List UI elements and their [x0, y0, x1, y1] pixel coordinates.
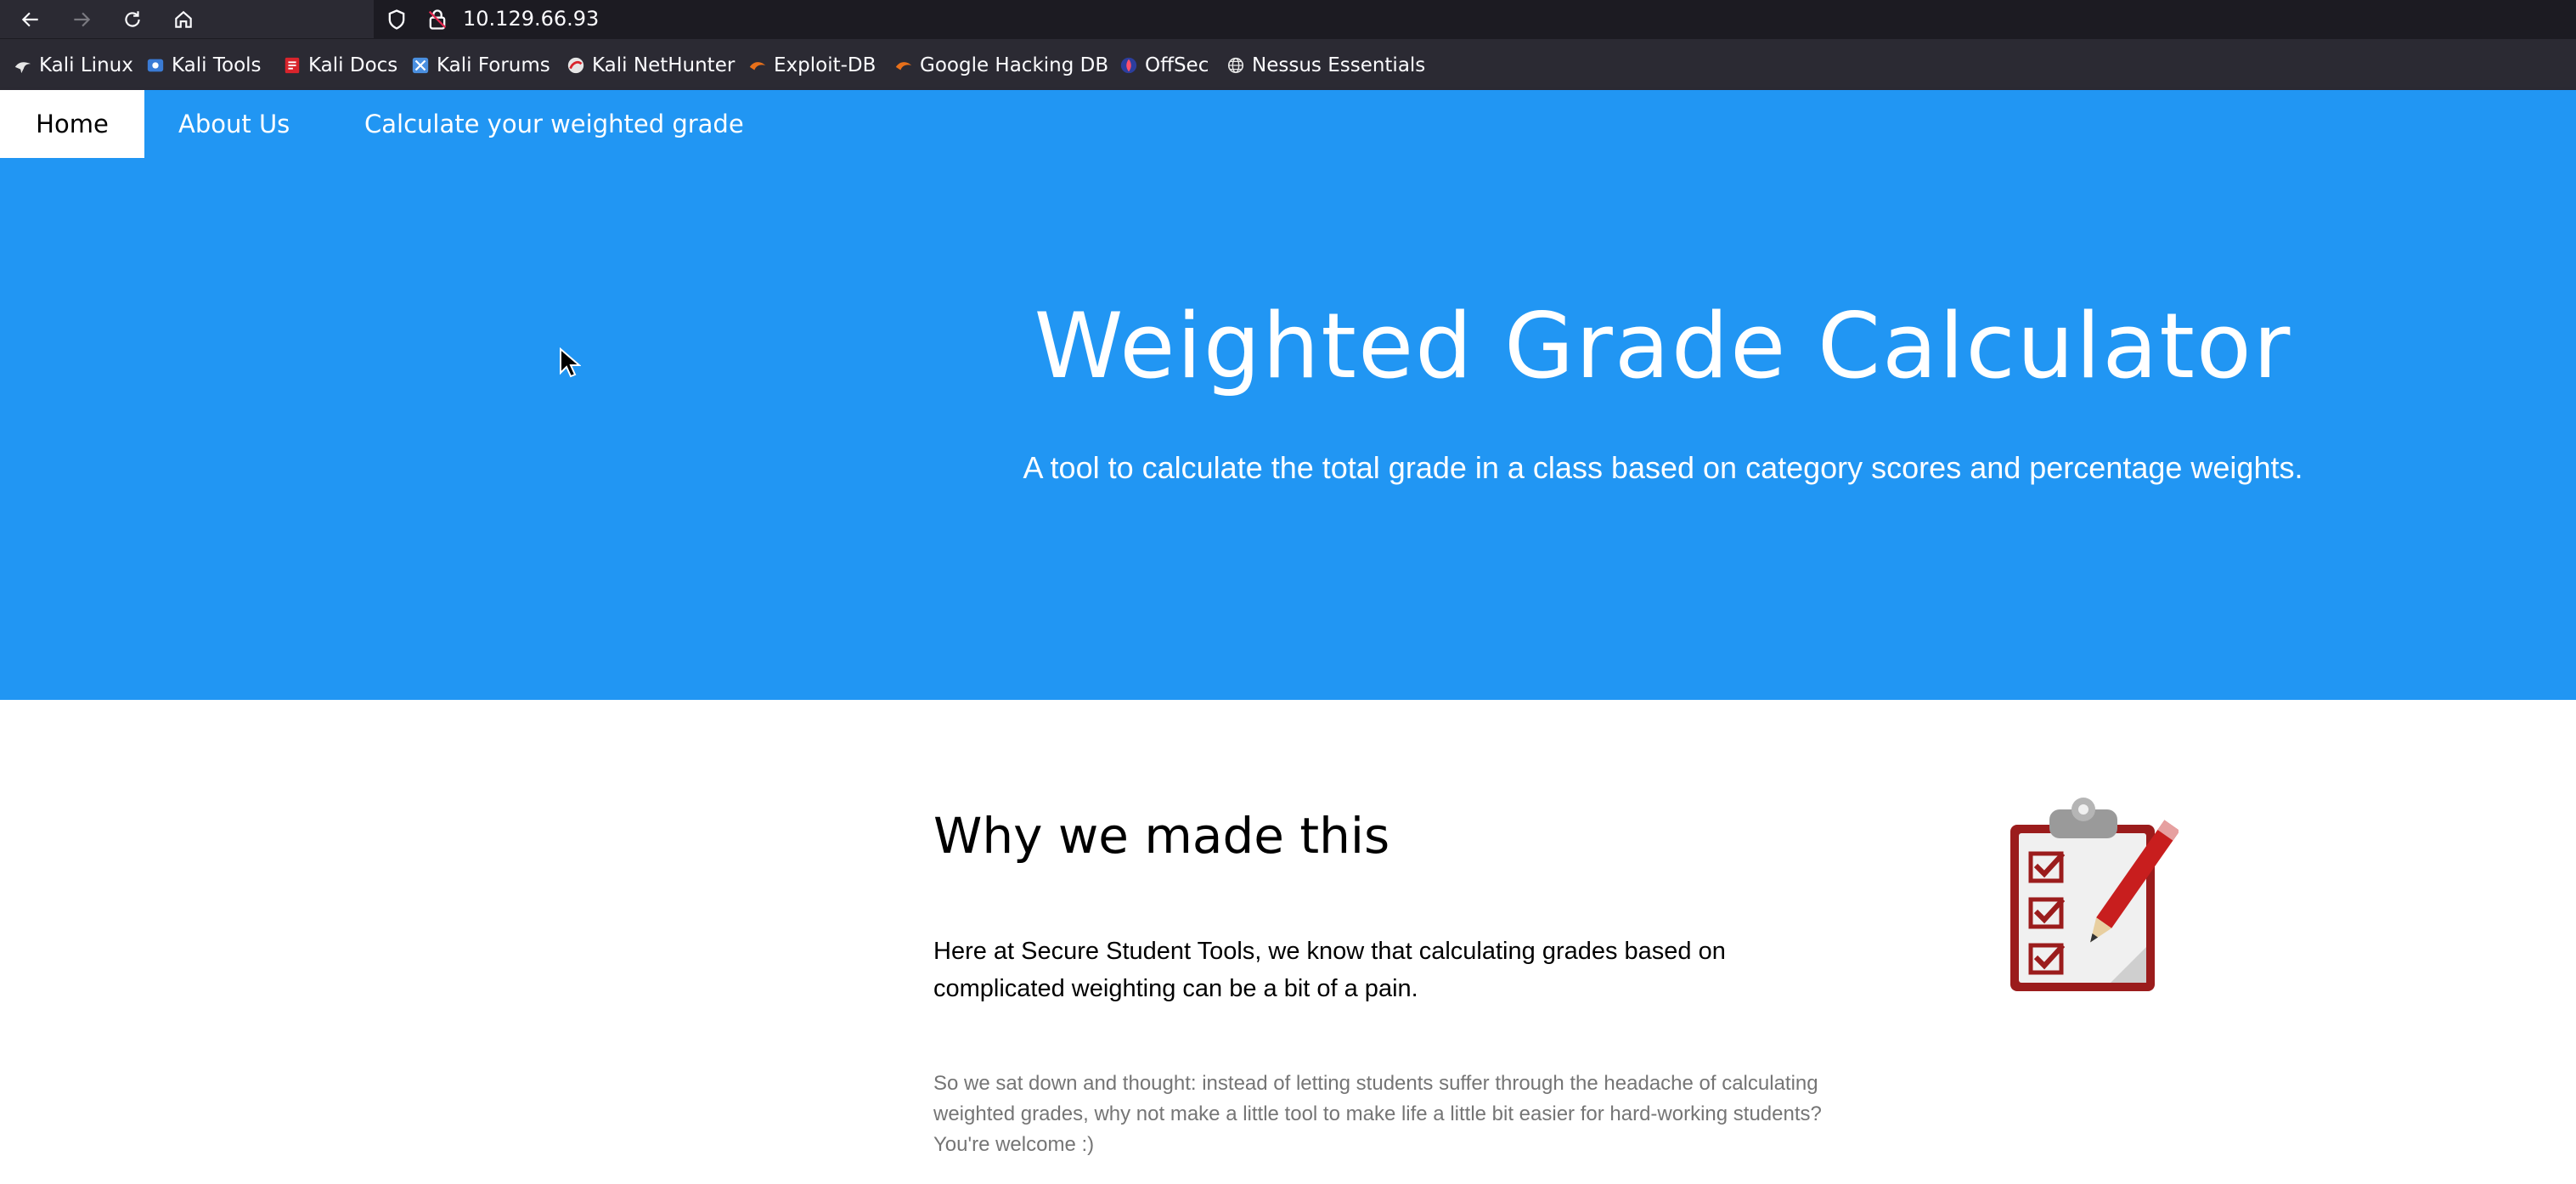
- shield-icon[interactable]: [385, 8, 409, 31]
- home-icon[interactable]: [169, 5, 198, 34]
- section-body: So we sat down and thought: instead of l…: [933, 1072, 1822, 1156]
- offsec-icon: [1120, 57, 1137, 74]
- section-lead: Here at Secure Student Tools, we know th…: [933, 938, 1726, 1002]
- bookmark-google-hacking-db[interactable]: Google Hacking DB: [894, 53, 1108, 78]
- site-nav: Home About Us Calculate your weighted gr…: [0, 90, 2576, 158]
- bookmark-kali-forums[interactable]: Kali Forums: [411, 53, 550, 78]
- bookmarks-bar: Kali Linux Kali Tools Kali Docs Kali For…: [0, 38, 2576, 90]
- nethunter-icon: [567, 57, 584, 74]
- kali-dragon-icon: [14, 62, 31, 74]
- kali-docs-icon: [285, 57, 300, 74]
- bookmark-kali-linux[interactable]: Kali Linux: [14, 53, 133, 78]
- exploit-db-icon: [749, 62, 766, 70]
- lock-icon[interactable]: [426, 8, 449, 31]
- kali-forums-icon: [412, 57, 429, 74]
- nav-about-us[interactable]: About Us: [146, 90, 322, 158]
- bookmark-kali-tools[interactable]: Kali Tools: [146, 53, 262, 78]
- bookmark-kali-nethunter[interactable]: Kali NetHunter: [566, 53, 735, 78]
- globe-icon: [1227, 57, 1244, 74]
- ghdb-icon: [895, 62, 912, 70]
- url-text[interactable]: 10.129.66.93: [463, 7, 599, 31]
- url-bar[interactable]: [374, 0, 2576, 38]
- mouse-cursor-icon: [560, 347, 581, 378]
- clipboard-checklist-pencil-icon: [2010, 798, 2179, 991]
- bookmark-exploit-db[interactable]: Exploit-DB: [748, 53, 876, 78]
- back-arrow-icon[interactable]: [16, 5, 45, 34]
- bookmark-kali-docs[interactable]: Kali Docs: [283, 53, 397, 78]
- hero-title: Weighted Grade Calculator: [1034, 294, 2292, 398]
- nav-calculate-weighted-grade[interactable]: Calculate your weighted grade: [332, 90, 776, 158]
- section-heading: Why we made this: [933, 807, 1390, 865]
- hero-banner: Weighted Grade Calculator A tool to calc…: [0, 158, 2576, 700]
- bookmark-nessus-essentials[interactable]: Nessus Essentials: [1226, 53, 1425, 78]
- forward-arrow-icon[interactable]: [67, 5, 96, 34]
- nav-home[interactable]: Home: [0, 90, 144, 158]
- reload-icon[interactable]: [118, 5, 147, 34]
- browser-toolbar: 10.129.66.93: [0, 0, 2576, 38]
- kali-tools-icon: [147, 59, 164, 72]
- bookmark-offsec[interactable]: OffSec: [1119, 53, 1209, 78]
- hero-subtitle: A tool to calculate the total grade in a…: [1023, 450, 2303, 485]
